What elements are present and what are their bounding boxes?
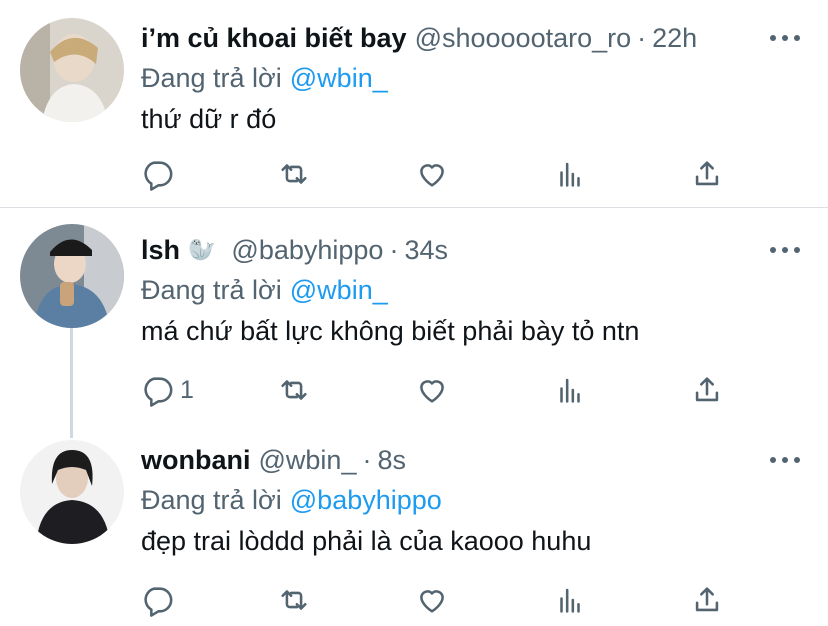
tweet-header: wonbani @wbin_ · 8s [141,440,406,480]
tweet-header: i’m củ khoai biết bay @shoooootaro_ro · … [141,18,697,58]
timestamp[interactable]: 8s [377,445,406,476]
display-name[interactable]: wonbani [141,445,251,476]
analytics-button[interactable] [553,154,587,194]
retweet-icon [281,164,307,184]
more-icon[interactable] [770,238,800,262]
retweet-icon [281,590,307,610]
avatar-photo [20,440,124,544]
action-bar: 1 [0,370,828,410]
avatar[interactable] [20,18,124,122]
mention-link[interactable]: @babyhippo [290,485,442,516]
retweet-button[interactable] [277,370,311,410]
tweet-header: lsh 🦭 @babyhippo · 34s [141,230,448,270]
avatar[interactable] [20,440,124,544]
share-button[interactable] [690,580,724,620]
reply-button[interactable] [140,580,180,620]
reply-count: 1 [180,375,194,404]
avatar-photo [20,224,124,328]
retweet-button[interactable] [277,580,311,620]
like-button[interactable] [415,580,449,620]
replying-label: Đang trả lời [141,274,282,305]
timestamp[interactable]: 22h [652,23,697,54]
like-icon [420,380,444,403]
share-button[interactable] [690,370,724,410]
share-icon [695,161,719,186]
share-icon [695,377,719,402]
separator-dot: · [389,234,399,265]
retweet-button[interactable] [277,154,311,194]
mention-link[interactable]: @wbin_ [290,63,388,94]
like-icon [420,164,444,187]
reply-icon [144,587,173,617]
analytics-button[interactable] [553,580,587,620]
reply-icon [144,377,173,407]
mention-link[interactable]: @wbin_ [290,275,388,306]
reply-button[interactable] [140,154,180,194]
replying-label: Đang trả lời [141,484,282,515]
analytics-button[interactable] [553,370,587,410]
more-icon[interactable] [770,448,800,472]
user-handle[interactable]: @babyhippo [231,235,383,266]
analytics-icon [560,588,580,613]
tweet-text: đẹp trai lòddd phải là của kaooo huhu [141,525,592,556]
avatar-photo [20,18,124,122]
more-icon[interactable] [770,26,800,50]
replying-to: Đang trả lời @babyhippo [141,480,442,520]
display-name[interactable]: lsh [141,235,180,266]
retweet-icon [281,380,307,400]
like-button[interactable] [415,370,449,410]
tweet-text: má chứ bất lực không biết phải bày tỏ nt… [141,315,640,346]
action-bar [0,580,828,620]
analytics-icon [560,162,580,187]
replying-label: Đang trả lời [141,62,282,93]
display-name[interactable]: i’m củ khoai biết bay [141,23,407,54]
divider [0,207,828,208]
replying-to: Đang trả lời @wbin_ [141,270,388,310]
separator-dot: · [362,444,372,475]
reply-icon [144,161,173,191]
name-emoji: 🦭 [188,237,216,262]
avatar[interactable] [20,224,124,328]
reply-button[interactable]: 1 [140,370,194,410]
separator-dot: · [637,22,647,53]
user-handle[interactable]: @wbin_ [259,445,357,476]
like-icon [420,590,444,613]
like-button[interactable] [415,154,449,194]
replying-to: Đang trả lời @wbin_ [141,58,388,98]
action-bar [0,154,828,194]
timestamp[interactable]: 34s [404,235,448,266]
share-icon [695,587,719,612]
user-handle[interactable]: @shoooootaro_ro [415,23,632,54]
share-button[interactable] [690,154,724,194]
tweet-text: thứ dữ r đó [141,103,277,134]
analytics-icon [560,378,580,403]
